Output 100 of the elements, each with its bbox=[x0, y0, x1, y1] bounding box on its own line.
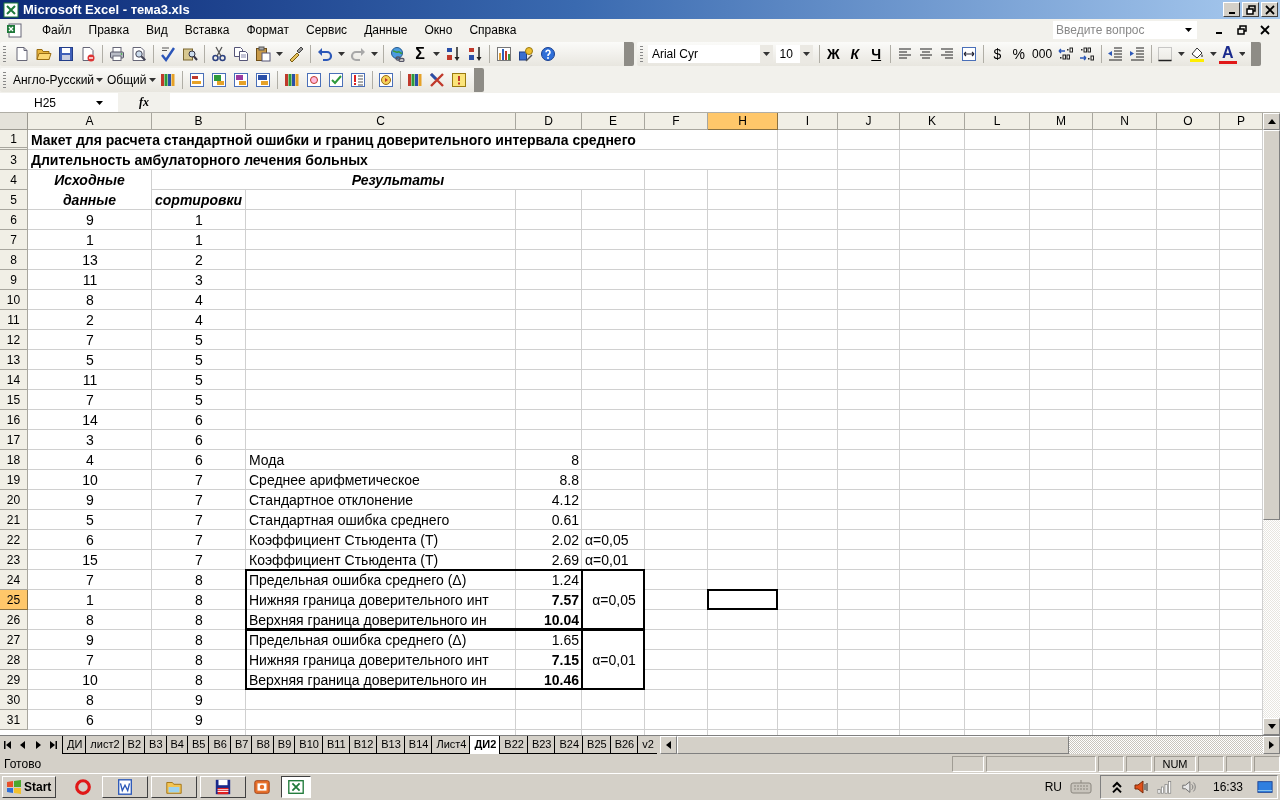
font-size-dropdown[interactable]: 10 bbox=[775, 45, 813, 63]
sheet-tab[interactable]: B5 bbox=[187, 736, 209, 754]
row-header[interactable]: 3 bbox=[0, 150, 28, 170]
close-button[interactable] bbox=[1261, 2, 1278, 17]
row-header[interactable]: 25 bbox=[0, 590, 28, 610]
selected-cell[interactable] bbox=[707, 589, 778, 610]
column-header[interactable]: L bbox=[965, 113, 1030, 130]
column-header[interactable]: D bbox=[516, 113, 582, 130]
row-header[interactable]: 16 bbox=[0, 410, 28, 430]
speaker-alert-icon[interactable] bbox=[1132, 779, 1149, 795]
vertical-scrollbar[interactable] bbox=[1263, 113, 1280, 735]
sheet-tab[interactable]: B2 bbox=[122, 736, 145, 754]
menu-item[interactable]: Справка bbox=[461, 23, 526, 37]
sheet-tab[interactable]: B10 bbox=[294, 736, 322, 754]
sheet-tab[interactable]: B11 bbox=[321, 736, 349, 754]
row-header[interactable]: 20 bbox=[0, 490, 28, 510]
sheet-tab[interactable]: B3 bbox=[144, 736, 166, 754]
spreadsheet-icon[interactable] bbox=[6, 22, 22, 38]
row-header[interactable]: 24 bbox=[0, 570, 28, 590]
column-header[interactable]: A bbox=[28, 113, 152, 130]
column-header[interactable]: O bbox=[1157, 113, 1220, 130]
sheet-tab[interactable]: Лист4 bbox=[431, 736, 470, 754]
subject-dropdown[interactable]: Общий bbox=[105, 73, 147, 87]
column-header[interactable]: C bbox=[246, 113, 516, 130]
row-header[interactable]: 21 bbox=[0, 510, 28, 530]
menu-item[interactable]: Правка bbox=[80, 23, 139, 37]
row-header[interactable]: 1 bbox=[0, 130, 28, 150]
column-header[interactable]: P bbox=[1220, 113, 1263, 130]
sheet-tab[interactable]: B9 bbox=[272, 736, 295, 754]
row-header[interactable]: 4 bbox=[0, 170, 28, 190]
font-dropdown[interactable]: Arial Cyr bbox=[647, 45, 773, 63]
desktop-icon[interactable] bbox=[1257, 779, 1273, 795]
caret-icon[interactable] bbox=[148, 78, 156, 82]
row-header[interactable]: 29 bbox=[0, 670, 28, 690]
sheet-tab[interactable]: B7 bbox=[229, 736, 252, 754]
row-header[interactable]: 9 bbox=[0, 270, 28, 290]
bold-button[interactable]: Ж bbox=[822, 43, 845, 65]
caret-icon[interactable] bbox=[1177, 52, 1185, 56]
row-header[interactable]: 7 bbox=[0, 230, 28, 250]
row-header[interactable]: 5 bbox=[0, 190, 28, 210]
sheet-tab[interactable]: B8 bbox=[251, 736, 273, 754]
caret-icon[interactable] bbox=[96, 78, 104, 82]
caret-icon[interactable] bbox=[276, 52, 283, 56]
sheet-tab[interactable]: B6 bbox=[208, 736, 230, 754]
restore-button[interactable] bbox=[1234, 22, 1250, 38]
column-header[interactable]: I bbox=[778, 113, 838, 130]
row-header[interactable]: 10 bbox=[0, 290, 28, 310]
menu-item[interactable]: Файл bbox=[34, 23, 81, 37]
column-header[interactable]: M bbox=[1030, 113, 1093, 130]
taskbar-button[interactable] bbox=[281, 776, 312, 798]
caret-icon[interactable] bbox=[338, 52, 345, 56]
menu-item[interactable]: Данные bbox=[356, 23, 417, 37]
sheet-tab[interactable]: v2 bbox=[637, 736, 657, 754]
percent-button[interactable]: % bbox=[1008, 43, 1030, 65]
column-header[interactable]: F bbox=[645, 113, 708, 130]
caret-icon[interactable] bbox=[371, 52, 378, 56]
currency-button[interactable]: $ bbox=[986, 43, 1009, 65]
row-header[interactable]: 11 bbox=[0, 310, 28, 330]
row-header[interactable]: 14 bbox=[0, 370, 28, 390]
sheet-tab[interactable]: B26 bbox=[609, 736, 638, 754]
caret-icon[interactable] bbox=[1210, 52, 1217, 56]
start-button[interactable]: Start bbox=[2, 776, 57, 798]
row-header[interactable]: 6 bbox=[0, 210, 28, 230]
sheet-tab[interactable]: лист2 bbox=[85, 736, 123, 754]
help-search-field[interactable]: Введите вопрос bbox=[1053, 21, 1197, 39]
column-header[interactable]: H bbox=[708, 113, 778, 130]
sheet-tab[interactable]: B24 bbox=[554, 736, 583, 754]
dictionary-dropdown[interactable]: Англо-Русский bbox=[11, 73, 95, 87]
menu-item[interactable]: Окно bbox=[416, 23, 462, 37]
column-header[interactable]: B bbox=[152, 113, 246, 130]
horizontal-scrollbar[interactable] bbox=[659, 736, 1280, 754]
menu-item[interactable]: Вид bbox=[138, 23, 177, 37]
row-header[interactable]: 22 bbox=[0, 530, 28, 550]
sheet-tab[interactable]: ДИ bbox=[62, 736, 86, 754]
language-indicator[interactable]: RU bbox=[1044, 780, 1062, 794]
volume-icon[interactable] bbox=[1180, 779, 1197, 795]
row-header[interactable]: 30 bbox=[0, 690, 28, 710]
restore-button[interactable] bbox=[1242, 2, 1259, 17]
clock[interactable]: 16:33 bbox=[1212, 780, 1243, 794]
column-header[interactable]: J bbox=[838, 113, 900, 130]
row-header[interactable]: 8 bbox=[0, 250, 28, 270]
row-header[interactable]: 13 bbox=[0, 350, 28, 370]
row-header[interactable]: 23 bbox=[0, 550, 28, 570]
row-header[interactable]: 26 bbox=[0, 610, 28, 630]
column-header[interactable]: N bbox=[1093, 113, 1157, 130]
menu-item[interactable]: Формат bbox=[238, 23, 299, 37]
column-header[interactable]: E bbox=[582, 113, 645, 130]
toolbar-options-button[interactable] bbox=[474, 68, 485, 92]
signal-bars-icon[interactable] bbox=[1156, 779, 1173, 795]
menu-item[interactable]: Вставка bbox=[176, 23, 239, 37]
caret-icon[interactable] bbox=[1238, 52, 1246, 56]
sheet-tab[interactable]: B14 bbox=[403, 736, 432, 754]
sheet-tab[interactable]: B22 bbox=[499, 736, 527, 754]
thousands-button[interactable]: 000 bbox=[1029, 43, 1055, 65]
minimize-button[interactable] bbox=[1223, 2, 1240, 17]
sheet-tab[interactable]: ДИ2 bbox=[469, 736, 500, 754]
italic-button[interactable]: К bbox=[844, 43, 866, 65]
sheet-tab[interactable]: B12 bbox=[348, 736, 377, 754]
underline-button[interactable]: Ч bbox=[865, 43, 887, 65]
insert-function-button[interactable]: fx bbox=[118, 93, 170, 112]
